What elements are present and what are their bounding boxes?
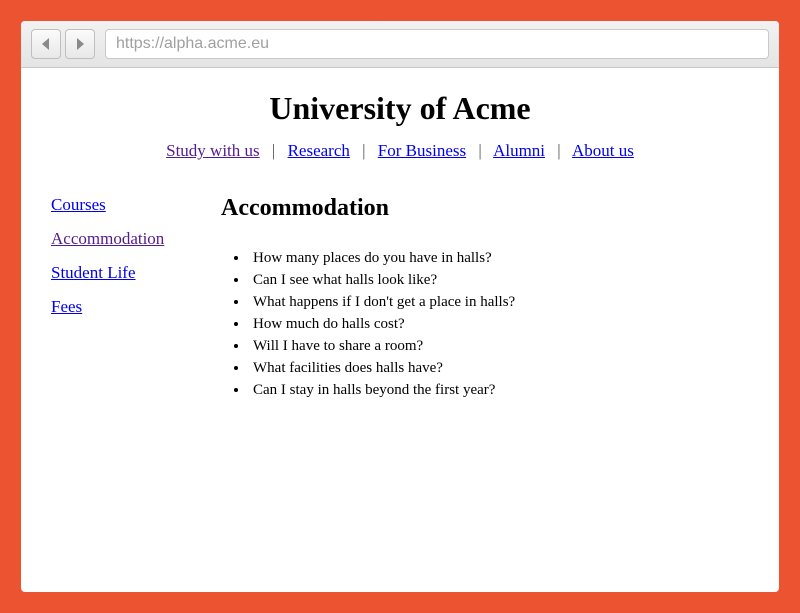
top-nav: Study with us | Research | For Business … (51, 141, 749, 161)
browser-toolbar (21, 21, 779, 68)
section-heading: Accommodation (221, 195, 749, 222)
nav-about-us[interactable]: About us (572, 141, 634, 160)
list-item: Will I have to share a room? (249, 338, 749, 355)
list-item: What facilities does halls have? (249, 360, 749, 377)
back-button[interactable] (31, 29, 61, 59)
sidebar-item-courses[interactable]: Courses (51, 195, 221, 215)
list-item: Can I see what halls look like? (249, 272, 749, 289)
faq-list: How many places do you have in halls? Ca… (221, 250, 749, 399)
forward-icon (74, 37, 86, 51)
nav-separator: | (362, 141, 365, 160)
page-body: University of Acme Study with us | Resea… (21, 68, 779, 592)
address-bar[interactable] (105, 29, 769, 59)
list-item: What happens if I don't get a place in h… (249, 294, 749, 311)
list-item: Can I stay in halls beyond the first yea… (249, 382, 749, 399)
sidebar-item-student-life[interactable]: Student Life (51, 263, 221, 283)
nav-study-with-us[interactable]: Study with us (166, 141, 260, 160)
nav-for-business[interactable]: For Business (378, 141, 466, 160)
nav-research[interactable]: Research (288, 141, 350, 160)
sidebar-item-fees[interactable]: Fees (51, 297, 221, 317)
page-title: University of Acme (51, 90, 749, 127)
browser-window: University of Acme Study with us | Resea… (21, 21, 779, 592)
nav-separator: | (272, 141, 275, 160)
sidebar: Courses Accommodation Student Life Fees (51, 195, 221, 331)
list-item: How many places do you have in halls? (249, 250, 749, 267)
nav-alumni[interactable]: Alumni (493, 141, 545, 160)
columns: Courses Accommodation Student Life Fees … (51, 195, 749, 404)
nav-separator: | (478, 141, 481, 160)
forward-button[interactable] (65, 29, 95, 59)
back-icon (40, 37, 52, 51)
sidebar-item-accommodation[interactable]: Accommodation (51, 229, 221, 249)
url-input[interactable] (116, 35, 758, 53)
list-item: How much do halls cost? (249, 316, 749, 333)
content: Accommodation How many places do you hav… (221, 195, 749, 404)
nav-separator: | (557, 141, 560, 160)
